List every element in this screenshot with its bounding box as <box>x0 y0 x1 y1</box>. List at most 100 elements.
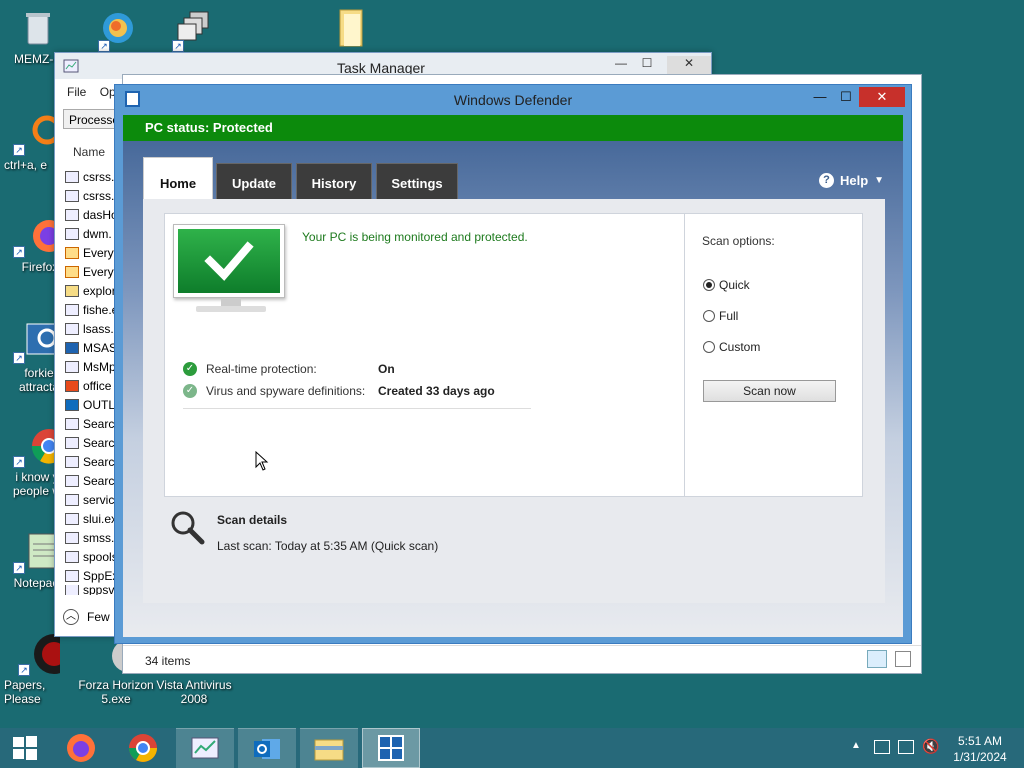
tray-overflow-icon[interactable]: ▲ <box>851 740 861 751</box>
process-icon <box>65 531 79 544</box>
process-icon <box>65 474 79 487</box>
divider <box>183 408 531 409</box>
table-row[interactable]: Everyt <box>63 262 121 281</box>
close-button[interactable]: ✕ <box>859 87 905 107</box>
office-icon <box>65 379 79 392</box>
maximize-button[interactable]: ☐ <box>633 56 661 74</box>
firefox-icon <box>67 734 95 762</box>
last-scan-text: Last scan: Today at 5:35 AM (Quick scan) <box>217 539 439 553</box>
table-row[interactable]: dwm. <box>63 224 121 243</box>
defender-titlebar[interactable]: Windows Defender — ☐ ✕ <box>115 85 911 113</box>
table-row[interactable]: smss.e <box>63 528 121 547</box>
search-process-icon <box>65 265 79 278</box>
process-icon <box>65 227 79 240</box>
table-row[interactable]: Search <box>63 433 121 452</box>
search-process-icon <box>65 246 79 259</box>
desktop-icon-windows[interactable]: ↗ <box>152 8 232 54</box>
table-row[interactable]: Search <box>63 471 121 490</box>
table-row[interactable]: fishe.e <box>63 300 121 319</box>
taskbar-chrome[interactable] <box>114 728 172 768</box>
defender-shield-icon <box>378 735 404 761</box>
windows-defender-window[interactable]: Windows Defender — ☐ ✕ PC status: Protec… <box>114 84 912 644</box>
help-icon: ? <box>819 173 834 188</box>
radio-icon <box>703 341 715 353</box>
table-row[interactable]: slui.ex <box>63 509 121 528</box>
protection-message: Your PC is being monitored and protected… <box>302 230 528 244</box>
scan-option-custom[interactable]: Custom <box>703 340 760 354</box>
fewer-details-button[interactable]: ︿ Few <box>63 609 110 625</box>
settings-app-icon: ↗ <box>11 320 68 364</box>
table-row[interactable]: MSAS <box>63 338 121 357</box>
stacked-windows-icon: ↗ <box>170 8 214 52</box>
scan-now-button[interactable]: Scan now <box>703 380 836 402</box>
table-row[interactable]: MsMp <box>63 357 121 376</box>
table-row[interactable]: spools <box>63 547 121 566</box>
action-center-icon[interactable] <box>874 740 890 754</box>
printer-icon <box>65 550 79 563</box>
column-header-name[interactable]: Name <box>63 145 105 159</box>
task-manager-app-icon <box>63 59 79 76</box>
volume-muted-icon[interactable]: 🔇 <box>922 738 939 755</box>
maximize-button[interactable]: ☐ <box>835 87 857 107</box>
taskbar: ▲ 🔇 5:51 AM 1/31/2024 <box>0 728 1024 768</box>
desktop-icon-folder[interactable] <box>308 6 388 52</box>
tab-history[interactable]: History <box>296 163 372 199</box>
definitions-value: Created 33 days ago <box>378 384 495 398</box>
magnifier-icon <box>169 509 205 545</box>
table-row[interactable]: csrss.e <box>63 167 121 186</box>
taskbar-outlook[interactable] <box>238 728 296 768</box>
papers-please-icon: ↗ <box>16 632 74 676</box>
process-icon <box>65 322 79 335</box>
mouse-cursor-icon <box>255 451 269 471</box>
definitions-row: ✓ Virus and spyware definitions: Created… <box>183 384 495 398</box>
table-row[interactable]: Everyt <box>63 243 121 262</box>
start-button[interactable] <box>0 728 50 768</box>
process-icon <box>65 360 79 373</box>
tab-update[interactable]: Update <box>216 163 292 199</box>
taskbar-firefox[interactable] <box>52 728 110 768</box>
scan-option-quick[interactable]: Quick <box>703 278 750 292</box>
menu-file[interactable]: File <box>67 85 86 99</box>
table-row[interactable]: servic <box>63 490 121 509</box>
table-row[interactable]: lsass.e <box>63 319 121 338</box>
help-menu[interactable]: ? Help ▼ <box>819 173 884 188</box>
explorer-status-bar: 34 items <box>123 645 921 673</box>
process-icon <box>65 436 79 449</box>
tab-home[interactable]: Home <box>143 157 213 199</box>
minimize-button[interactable]: — <box>809 87 831 107</box>
clock[interactable]: 5:51 AM 1/31/2024 <box>950 733 1010 765</box>
taskbar-file-explorer[interactable] <box>300 728 358 768</box>
table-row[interactable]: sppsv <box>63 585 121 595</box>
folder-icon <box>65 284 79 297</box>
notepad-icon: ↗ <box>11 530 62 574</box>
process-icon <box>65 170 79 183</box>
table-row[interactable]: Search <box>63 414 121 433</box>
scan-option-full[interactable]: Full <box>703 309 738 323</box>
taskbar-windows-defender[interactable] <box>362 728 420 768</box>
process-icon <box>65 455 79 468</box>
table-row[interactable]: csrss.e <box>63 186 121 205</box>
desktop-icon-label: Papers, Please <box>4 678 46 706</box>
desktop-icon-label: Vista Antivirus 2008 <box>156 678 232 706</box>
table-row[interactable]: SppEx <box>63 566 121 585</box>
clock-date: 1/31/2024 <box>953 750 1007 764</box>
table-row[interactable]: OUTL <box>63 395 121 414</box>
details-view-icon[interactable] <box>867 650 887 668</box>
table-row[interactable]: explor <box>63 281 121 300</box>
table-row[interactable]: office <box>63 376 121 395</box>
close-button[interactable]: ✕ <box>667 56 711 74</box>
desktop-icon-edge[interactable]: ↗ <box>78 8 158 54</box>
tab-settings[interactable]: Settings <box>376 163 458 199</box>
taskbar-task-manager[interactable] <box>176 728 234 768</box>
folder-icon <box>326 6 370 50</box>
table-row[interactable]: Search <box>63 452 121 471</box>
scan-options-column: Scan options: Quick Full Custom Scan now <box>684 214 864 496</box>
desktop-icon-papers-please[interactable]: ↗ Papers, Please <box>0 632 78 706</box>
process-icon <box>65 585 79 595</box>
table-row[interactable]: dasHo <box>63 205 121 224</box>
edge-browser-icon: ↗ <box>96 8 140 52</box>
minimize-button[interactable]: — <box>607 56 635 74</box>
network-icon[interactable] <box>898 740 914 754</box>
large-icons-view-icon[interactable] <box>895 651 911 667</box>
defender-shield-icon <box>65 341 79 354</box>
